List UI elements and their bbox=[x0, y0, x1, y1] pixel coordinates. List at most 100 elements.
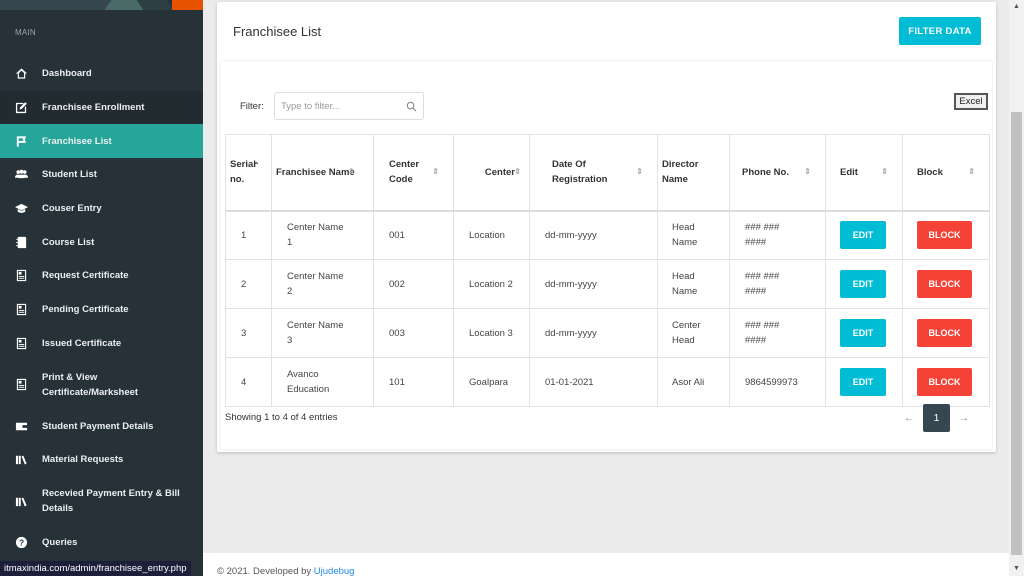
column-header-label: Edit bbox=[840, 166, 858, 178]
page-button-1[interactable]: 1 bbox=[923, 404, 950, 432]
sidebar-item-franchisee-enrollment[interactable]: Franchisee Enrollment bbox=[0, 90, 203, 125]
sidebar-item-print-view-certificate-marksheet[interactable]: Print & View Certificate/Marksheet bbox=[0, 360, 203, 409]
column-header-label: Center Code bbox=[389, 159, 420, 186]
sidebar-item-material-requests[interactable]: Material Requests bbox=[0, 443, 203, 477]
sidebar-item-student-payment-details[interactable]: Student Payment Details bbox=[0, 409, 203, 443]
edit-button[interactable]: EDIT bbox=[840, 270, 886, 298]
edit-button[interactable]: EDIT bbox=[840, 368, 886, 396]
filter-input[interactable] bbox=[275, 93, 423, 119]
table-body: 1 Center Name 1 001 Location dd-mm-yyyy Head … bbox=[225, 210, 990, 407]
sidebar-item-issued-certificate[interactable]: Issued Certificate bbox=[0, 327, 203, 361]
cell-phone-text: ### ### #### bbox=[745, 222, 780, 249]
column-header-edit[interactable]: Edit ⇕ bbox=[825, 134, 903, 212]
sidebar-item-queries[interactable]: ? Queries bbox=[0, 526, 203, 560]
sidebar-item-course-list[interactable]: Course List bbox=[0, 225, 203, 259]
home-icon bbox=[14, 67, 28, 81]
column-header-phone-no[interactable]: Phone No. ⇕ bbox=[729, 134, 826, 212]
cell-center-text: Location bbox=[469, 229, 505, 241]
sort-icon[interactable]: ⇕ bbox=[881, 168, 888, 176]
block-button[interactable]: BLOCK bbox=[917, 319, 972, 347]
cell-phone: ### ### #### bbox=[729, 259, 826, 309]
cell-center: Goalpara bbox=[453, 357, 530, 407]
cell-serial: 3 bbox=[225, 308, 272, 358]
sidebar-item-student-list[interactable]: Student List bbox=[0, 158, 203, 192]
sort-icon[interactable]: ⇕ bbox=[348, 168, 355, 176]
sort-ascending-icon[interactable]: ⌃ bbox=[253, 162, 260, 170]
cell-code: 101 bbox=[373, 357, 454, 407]
sidebar-item-label: Queries bbox=[42, 536, 78, 548]
block-button[interactable]: BLOCK bbox=[917, 368, 972, 396]
cell-date: dd-mm-yyyy bbox=[529, 308, 658, 358]
sort-icon[interactable]: ⇕ bbox=[968, 168, 975, 176]
sort-icon[interactable]: ⇕ bbox=[636, 168, 643, 176]
scroll-down-arrow-icon[interactable]: ▼ bbox=[1009, 562, 1024, 576]
svg-text:?: ? bbox=[18, 537, 23, 547]
cell-date: dd-mm-yyyy bbox=[529, 259, 658, 309]
block-button[interactable]: BLOCK bbox=[917, 270, 972, 298]
sidebar-item-request-certificate[interactable]: Request Certificate bbox=[0, 259, 203, 293]
prev-page-button[interactable]: ← bbox=[895, 413, 923, 424]
sidebar-item-label: Print & View Certificate/Marksheet bbox=[42, 371, 139, 398]
column-header-block[interactable]: Block ⇕ bbox=[902, 134, 990, 212]
certificate-icon bbox=[14, 336, 28, 350]
graduation-cap-icon bbox=[14, 202, 28, 216]
cell-serial-text: 2 bbox=[241, 278, 247, 290]
sidebar-item-couser-entry[interactable]: Couser Entry bbox=[0, 192, 203, 226]
page-title: Franchisee List bbox=[233, 24, 322, 39]
cell-director: Center Head bbox=[657, 308, 730, 358]
sidebar-item-dashboard[interactable]: Dashboard bbox=[0, 57, 203, 91]
column-header-center[interactable]: Center ⇕ bbox=[453, 134, 530, 212]
certificate-icon bbox=[14, 378, 28, 392]
scroll-thumb[interactable] bbox=[1011, 112, 1022, 555]
cell-center: Location 3 bbox=[453, 308, 530, 358]
sidebar-item-label: Request Certificate bbox=[42, 270, 129, 282]
column-header-center-code[interactable]: Center Code ⇕ bbox=[373, 134, 454, 212]
column-header-label: Block bbox=[917, 166, 943, 178]
column-header-date-of-registration[interactable]: Date Of Registration ⇕ bbox=[529, 134, 658, 212]
cell-code-text: 002 bbox=[389, 278, 405, 290]
cell-block: BLOCK bbox=[902, 308, 990, 358]
cell-center: Location 2 bbox=[453, 259, 530, 309]
excel-export-button[interactable]: Excel bbox=[954, 93, 988, 110]
sort-icon[interactable]: ⇕ bbox=[804, 168, 811, 176]
search-icon bbox=[406, 101, 417, 112]
sidebar-section-label: MAIN bbox=[15, 28, 36, 37]
cell-name: Center Name 1 bbox=[271, 210, 374, 260]
column-header-director-name: Director Name bbox=[657, 134, 730, 212]
cell-code: 001 bbox=[373, 210, 454, 260]
cell-director-text: Center Head bbox=[672, 320, 701, 346]
table-row: 2 Center Name 2 002 Location 2 dd-mm-yyyy Hea… bbox=[225, 259, 990, 309]
sidebar-item-franchisee-list[interactable]: Franchisee List bbox=[0, 124, 203, 159]
sidebar-item-label: Franchisee Enrollment bbox=[42, 102, 145, 114]
column-header-label: Phone No. bbox=[742, 166, 789, 178]
sidebar-item-label: Dashboard bbox=[42, 68, 92, 80]
developer-link[interactable]: Ujudebug bbox=[314, 566, 355, 576]
sidebar-item-label: Issued Certificate bbox=[42, 337, 122, 349]
sidebar-item-label: Couser Entry bbox=[42, 203, 102, 215]
cell-edit: EDIT bbox=[825, 259, 903, 309]
page-scrollbar[interactable]: ▲ ▼ bbox=[1009, 0, 1024, 576]
next-page-button[interactable]: → bbox=[950, 413, 978, 424]
footer: © 2021. Developed by Ujudebug bbox=[203, 553, 1009, 576]
edit-button[interactable]: EDIT bbox=[840, 319, 886, 347]
sidebar: MAIN Dashboard Franchisee Enrollment Franc… bbox=[0, 0, 203, 576]
sidebar-item-recevied-payment-entry-bill-details[interactable]: Recevied Payment Entry & Bill Details bbox=[0, 477, 203, 526]
cell-center-text: Goalpara bbox=[469, 376, 509, 388]
sidebar-item-label: Franchisee List bbox=[42, 135, 112, 147]
block-button[interactable]: BLOCK bbox=[917, 221, 972, 250]
filter-data-button[interactable]: FILTER DATA bbox=[899, 17, 981, 45]
sidebar-item-pending-certificate[interactable]: Pending Certificate bbox=[0, 293, 203, 327]
sort-icon[interactable]: ⇕ bbox=[432, 168, 439, 176]
table-info: Showing 1 to 4 of 4 entries bbox=[225, 412, 338, 423]
cell-phone: ### ### #### bbox=[729, 308, 826, 358]
filter-label: Filter: bbox=[240, 101, 264, 112]
footer-text: © 2021. Developed by bbox=[217, 566, 314, 576]
cell-serial: 2 bbox=[225, 259, 272, 309]
scroll-up-arrow-icon[interactable]: ▲ bbox=[1009, 0, 1024, 14]
notebook-icon bbox=[14, 235, 28, 249]
edit-button[interactable]: EDIT bbox=[840, 221, 886, 250]
cell-code-text: 003 bbox=[389, 327, 405, 339]
sort-icon[interactable]: ⇕ bbox=[514, 168, 521, 176]
column-header-franchisee-name[interactable]: Franchisee Name ⇕ bbox=[271, 134, 374, 212]
column-header-serial-no[interactable]: Serial no. ⌃ bbox=[225, 134, 272, 212]
